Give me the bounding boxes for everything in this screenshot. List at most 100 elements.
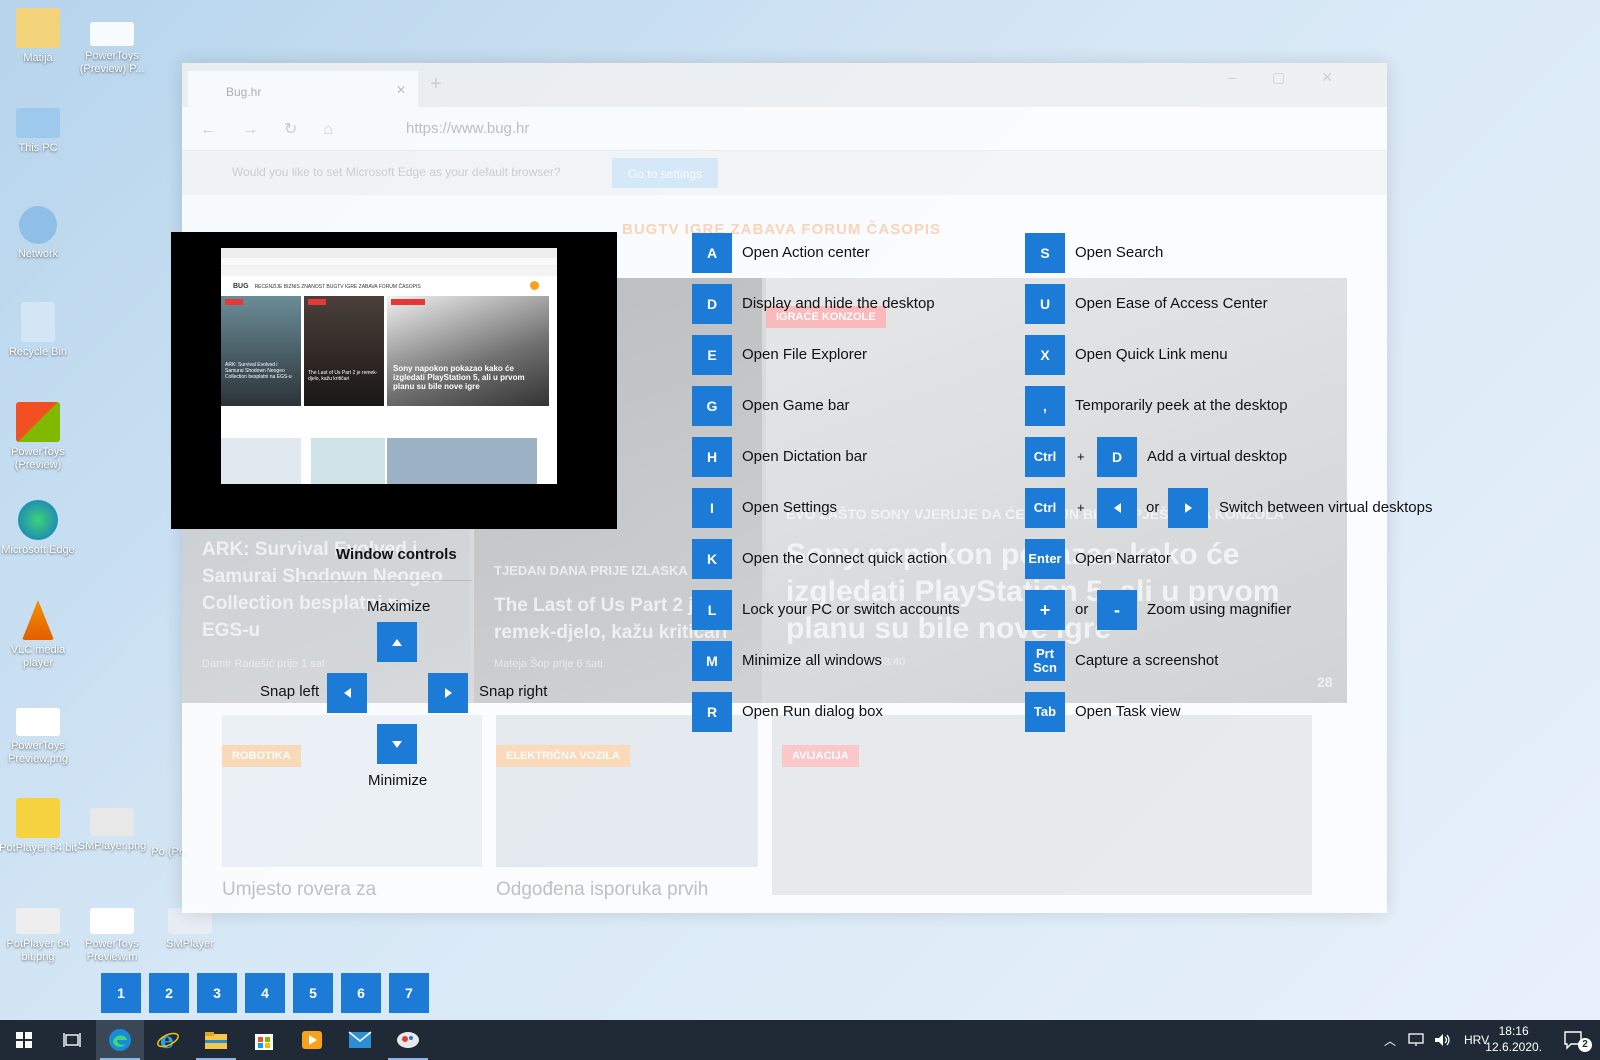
hero-section: EPICOVE BESPLATNE IGRE ARK: Survival Evo… — [182, 278, 1347, 703]
desktop-icon-label: This PC — [18, 142, 58, 154]
taskbar-edge[interactable] — [96, 1020, 144, 1060]
card-tag: ROBOTIKA — [222, 745, 301, 767]
desktop-icon-network[interactable]: Network — [0, 206, 78, 261]
desktop-icon-powertoys-png[interactable]: PowerToys Preview.png — [0, 708, 78, 766]
desktop-icon-potplayer[interactable]: PotPlayer 64 bit — [0, 798, 78, 855]
potplayer-icon — [16, 798, 60, 838]
clock-time: 18:16 — [1498, 1024, 1529, 1038]
hero-title-2[interactable]: The Last of Us Part 2 je remek-djelo, ka… — [494, 592, 744, 646]
network-icon — [19, 206, 57, 244]
hero-tag-3[interactable]: IGRAĆE KONZOLE — [766, 306, 886, 328]
network-icon[interactable] — [1408, 1033, 1424, 1047]
close-tab-icon[interactable]: ✕ — [396, 83, 406, 97]
taskbar-internet-explorer[interactable]: e — [144, 1020, 192, 1060]
hero-meta-3: Mateja Šop danas 03:40 — [786, 656, 906, 668]
taskbar-powertoys[interactable] — [384, 1020, 432, 1060]
taskbar-file-explorer[interactable] — [192, 1020, 240, 1060]
site-navigation[interactable]: BUGTV IGRE ZABAVA FORUM ČASOPIS — [622, 221, 941, 238]
desktop-icon-powertoys-video[interactable]: PowerToys Preview.m — [72, 908, 152, 964]
desktop-icon-edge[interactable]: Microsoft Edge — [0, 500, 78, 557]
taskbar-number-1: 1 — [101, 973, 141, 1013]
taskbar-number-4: 4 — [245, 973, 285, 1013]
video-file-icon — [90, 908, 134, 934]
card-title: Odgođena isporuka prvih — [496, 879, 709, 900]
desktop-icon-label: PowerToys Preview.m — [85, 938, 139, 963]
desktop-icon-smplayer[interactable]: SMPlayer — [150, 908, 230, 951]
desktop-icon-this-pc[interactable]: This PC — [0, 108, 78, 155]
hero-title-3[interactable]: Sony napokon pokazao kako će izgledati P… — [786, 536, 1326, 647]
tab-bar: Bug.hr ✕ + –▢✕ — [182, 63, 1387, 107]
taskbar: e ︿ HRV 18:16 12.6.2020. 2 — [0, 1020, 1600, 1060]
hero-kicker-1: EPICOVE BESPLATNE IGRE — [202, 508, 390, 524]
system-tray: ︿ HRV — [1384, 1020, 1489, 1060]
hero-kicker-2: TJEDAN DANA PRIJE IZLASKA — [494, 563, 688, 578]
desktop-icon-label: PowerToys (Preview) — [11, 446, 65, 471]
desktop-icon-label: PotPlayer 64 bit — [0, 842, 77, 854]
taskbar-number-5: 5 — [293, 973, 333, 1013]
vlc-icon — [22, 600, 54, 640]
hero-kicker-3: EVO ZAŠTO SONY VJERUJE DA ĆE DIZAJN BITI… — [786, 506, 1284, 522]
mail-icon — [348, 1031, 372, 1048]
go-to-settings-button[interactable]: Go to settings — [612, 158, 718, 188]
slide-counter: 28 — [1317, 674, 1333, 690]
internet-explorer-icon: e — [157, 1028, 179, 1052]
card-tag: AVIJACIJA — [782, 745, 859, 767]
computer-icon — [16, 108, 60, 138]
browser-tab[interactable]: Bug.hr ✕ — [188, 71, 418, 107]
taskbar-store[interactable] — [240, 1020, 288, 1060]
url-field[interactable]: https://www.bug.hr — [406, 120, 529, 137]
task-view-icon — [63, 1033, 81, 1047]
card-tag: ELEKTRIČNA VOZILA — [496, 745, 630, 767]
action-center-button[interactable]: 2 — [1552, 1020, 1596, 1060]
start-button[interactable] — [0, 1020, 48, 1060]
desktop-icon-user-folder[interactable]: Matija — [0, 8, 78, 65]
edge-icon — [109, 1029, 131, 1051]
desktop-icon-powertoys[interactable]: PowerToys (Preview) — [0, 402, 78, 472]
tab-title: Bug.hr — [226, 85, 262, 99]
address-bar: ←→↻⌂ https://www.bug.hr — [182, 107, 1387, 151]
taskbar-media-player[interactable] — [288, 1020, 336, 1060]
desktop-icon-label: VLC media player — [10, 644, 66, 669]
image-file-icon — [16, 708, 60, 736]
volume-icon[interactable] — [1434, 1033, 1452, 1047]
file-explorer-icon — [205, 1032, 227, 1049]
hero-meta-1: Damir Radešić prije 1 sat — [202, 658, 325, 670]
taskbar-mail[interactable] — [336, 1020, 384, 1060]
desktop-icon-label: PowerToys Preview.png — [8, 740, 68, 765]
desktop-icon-label: SMPlayer — [166, 938, 214, 950]
taskbar-number-3: 3 — [197, 973, 237, 1013]
article-card-avijacija[interactable]: AVIJACIJA — [772, 715, 1312, 895]
new-tab-icon[interactable]: + — [430, 73, 442, 96]
hero-title-1[interactable]: ARK: Survival Evolved i Samurai Shodown … — [202, 536, 452, 644]
image-file-icon — [90, 808, 134, 836]
clock-date: 12.6.2020. — [1485, 1040, 1542, 1054]
infobar-message: Would you like to set Microsoft Edge as … — [232, 165, 561, 179]
powertoys-icon — [397, 1032, 419, 1048]
article-card-elektricna-vozila[interactable]: ELEKTRIČNA VOZILA Odgođena isporuka prvi… — [496, 715, 758, 900]
edge-icon — [18, 500, 58, 540]
desktop-icon-recycle-bin[interactable]: Recycle Bin — [0, 302, 78, 359]
media-player-icon — [302, 1031, 322, 1049]
desktop-icon-potplayer-png[interactable]: PotPlayer 64 bit.png — [0, 908, 78, 964]
article-card-robotika[interactable]: ROBOTIKA Umjesto rovera za — [222, 715, 482, 900]
navigation-icons[interactable]: ←→↻⌂ — [200, 119, 359, 139]
desktop-icon-smplayer-png[interactable]: SMPlayer.png — [72, 808, 152, 853]
windows-logo-icon — [16, 1032, 32, 1048]
desktop-icon-vlc[interactable]: VLC media player — [0, 600, 78, 670]
show-hidden-icons-chevron-up-icon[interactable]: ︿ — [1384, 1032, 1396, 1049]
taskbar-number-6: 6 — [341, 973, 381, 1013]
notification-count-badge: 2 — [1578, 1038, 1592, 1052]
desktop-icon-label: Network — [17, 248, 59, 260]
task-view-button[interactable] — [48, 1020, 96, 1060]
desktop-icon-powertoys-file[interactable]: PowerToys (Preview) P... — [72, 22, 152, 76]
file-icon — [90, 22, 134, 46]
clock[interactable]: 18:16 12.6.2020. — [1485, 1023, 1542, 1055]
image-file-icon — [16, 908, 60, 934]
desktop-icon-label: Recycle Bin — [8, 346, 68, 358]
window-buttons[interactable]: –▢✕ — [1228, 69, 1369, 86]
store-icon — [255, 1034, 273, 1050]
edge-browser-window: Bug.hr ✕ + –▢✕ ←→↻⌂ https://www.bug.hr W… — [182, 63, 1387, 913]
svg-text:e: e — [160, 1028, 174, 1052]
desktop-icon-label: SMPlayer.png — [77, 840, 147, 852]
recycle-bin-icon — [21, 302, 55, 342]
